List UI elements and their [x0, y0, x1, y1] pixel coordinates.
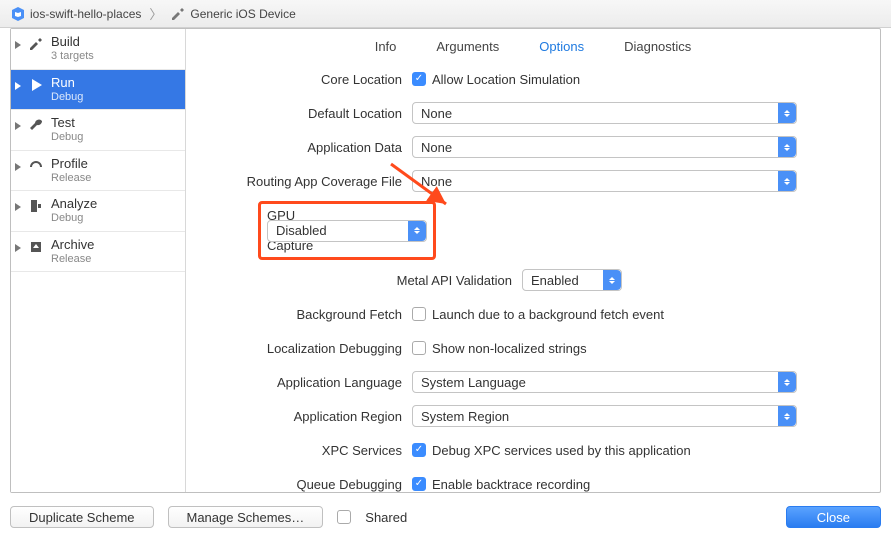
allow-location-checkbox[interactable]: [412, 72, 426, 86]
core-location-label: Core Location: [202, 72, 412, 87]
content-pane: Info Arguments Options Diagnostics Core …: [186, 29, 880, 492]
shared-checkbox[interactable]: [337, 510, 351, 524]
xpc-services-checkbox[interactable]: [412, 443, 426, 457]
close-button[interactable]: Close: [786, 506, 881, 528]
xcode-project-icon: [10, 6, 26, 22]
localization-debugging-text: Show non-localized strings: [432, 341, 587, 356]
tab-options[interactable]: Options: [539, 39, 584, 54]
breadcrumb-project[interactable]: ios-swift-hello-places: [10, 6, 141, 22]
hammer-icon: [27, 35, 45, 53]
wrench-icon: [27, 116, 45, 134]
duplicate-scheme-button[interactable]: Duplicate Scheme: [10, 506, 154, 528]
background-fetch-checkbox[interactable]: [412, 307, 426, 321]
routing-file-label: Routing App Coverage File: [202, 174, 412, 189]
allow-location-label: Allow Location Simulation: [432, 72, 580, 87]
breadcrumb-separator: 〉: [149, 4, 162, 23]
tab-bar: Info Arguments Options Diagnostics: [186, 29, 880, 63]
options-form: Core Location Allow Location Simulation …: [186, 63, 880, 492]
queue-debugging-label: Queue Debugging: [202, 477, 412, 492]
application-data-label: Application Data: [202, 140, 412, 155]
archive-icon: [27, 238, 45, 256]
tab-diagnostics[interactable]: Diagnostics: [624, 39, 691, 54]
breadcrumb-bar: ios-swift-hello-places 〉 Generic iOS Dev…: [0, 0, 891, 28]
localization-debugging-label: Localization Debugging: [202, 341, 412, 356]
queue-debugging-text: Enable backtrace recording: [432, 477, 590, 492]
gpu-frame-capture-highlight: GPU Frame Capture Disabled: [258, 201, 436, 260]
metal-validation-label: Metal API Validation: [202, 273, 522, 288]
scheme-editor: Build3 targets RunDebug TestDebug Profil…: [10, 28, 881, 493]
xpc-services-label: XPC Services: [202, 443, 412, 458]
gauge-icon: [27, 157, 45, 175]
hammer-icon: [170, 6, 186, 22]
gpu-frame-capture-select[interactable]: Disabled: [267, 220, 427, 242]
default-location-label: Default Location: [202, 106, 412, 121]
analyze-icon: [27, 197, 45, 215]
background-fetch-text: Launch due to a background fetch event: [432, 307, 664, 322]
play-icon: [27, 76, 45, 94]
sidebar-item-archive[interactable]: ArchiveRelease: [11, 232, 185, 273]
tab-info[interactable]: Info: [375, 39, 397, 54]
application-region-label: Application Region: [202, 409, 412, 424]
breadcrumb-target[interactable]: Generic iOS Device: [170, 6, 295, 22]
xpc-services-text: Debug XPC services used by this applicat…: [432, 443, 691, 458]
sidebar-item-analyze[interactable]: AnalyzeDebug: [11, 191, 185, 232]
application-language-label: Application Language: [202, 375, 412, 390]
localization-debugging-checkbox[interactable]: [412, 341, 426, 355]
sidebar-item-build[interactable]: Build3 targets: [11, 29, 185, 70]
metal-validation-select[interactable]: Enabled: [522, 269, 622, 291]
default-location-select[interactable]: None: [412, 102, 797, 124]
application-language-select[interactable]: System Language: [412, 371, 797, 393]
tab-arguments[interactable]: Arguments: [436, 39, 499, 54]
application-data-select[interactable]: None: [412, 136, 797, 158]
shared-label: Shared: [365, 510, 407, 525]
sidebar-item-run[interactable]: RunDebug: [11, 70, 185, 111]
application-region-select[interactable]: System Region: [412, 405, 797, 427]
queue-debugging-checkbox[interactable]: [412, 477, 426, 491]
routing-file-select[interactable]: None: [412, 170, 797, 192]
dialog-footer: Duplicate Scheme Manage Schemes… Shared …: [10, 501, 881, 533]
sidebar-item-test[interactable]: TestDebug: [11, 110, 185, 151]
scheme-sidebar: Build3 targets RunDebug TestDebug Profil…: [11, 29, 186, 492]
background-fetch-label: Background Fetch: [202, 307, 412, 322]
sidebar-item-profile[interactable]: ProfileRelease: [11, 151, 185, 192]
manage-schemes-button[interactable]: Manage Schemes…: [168, 506, 324, 528]
